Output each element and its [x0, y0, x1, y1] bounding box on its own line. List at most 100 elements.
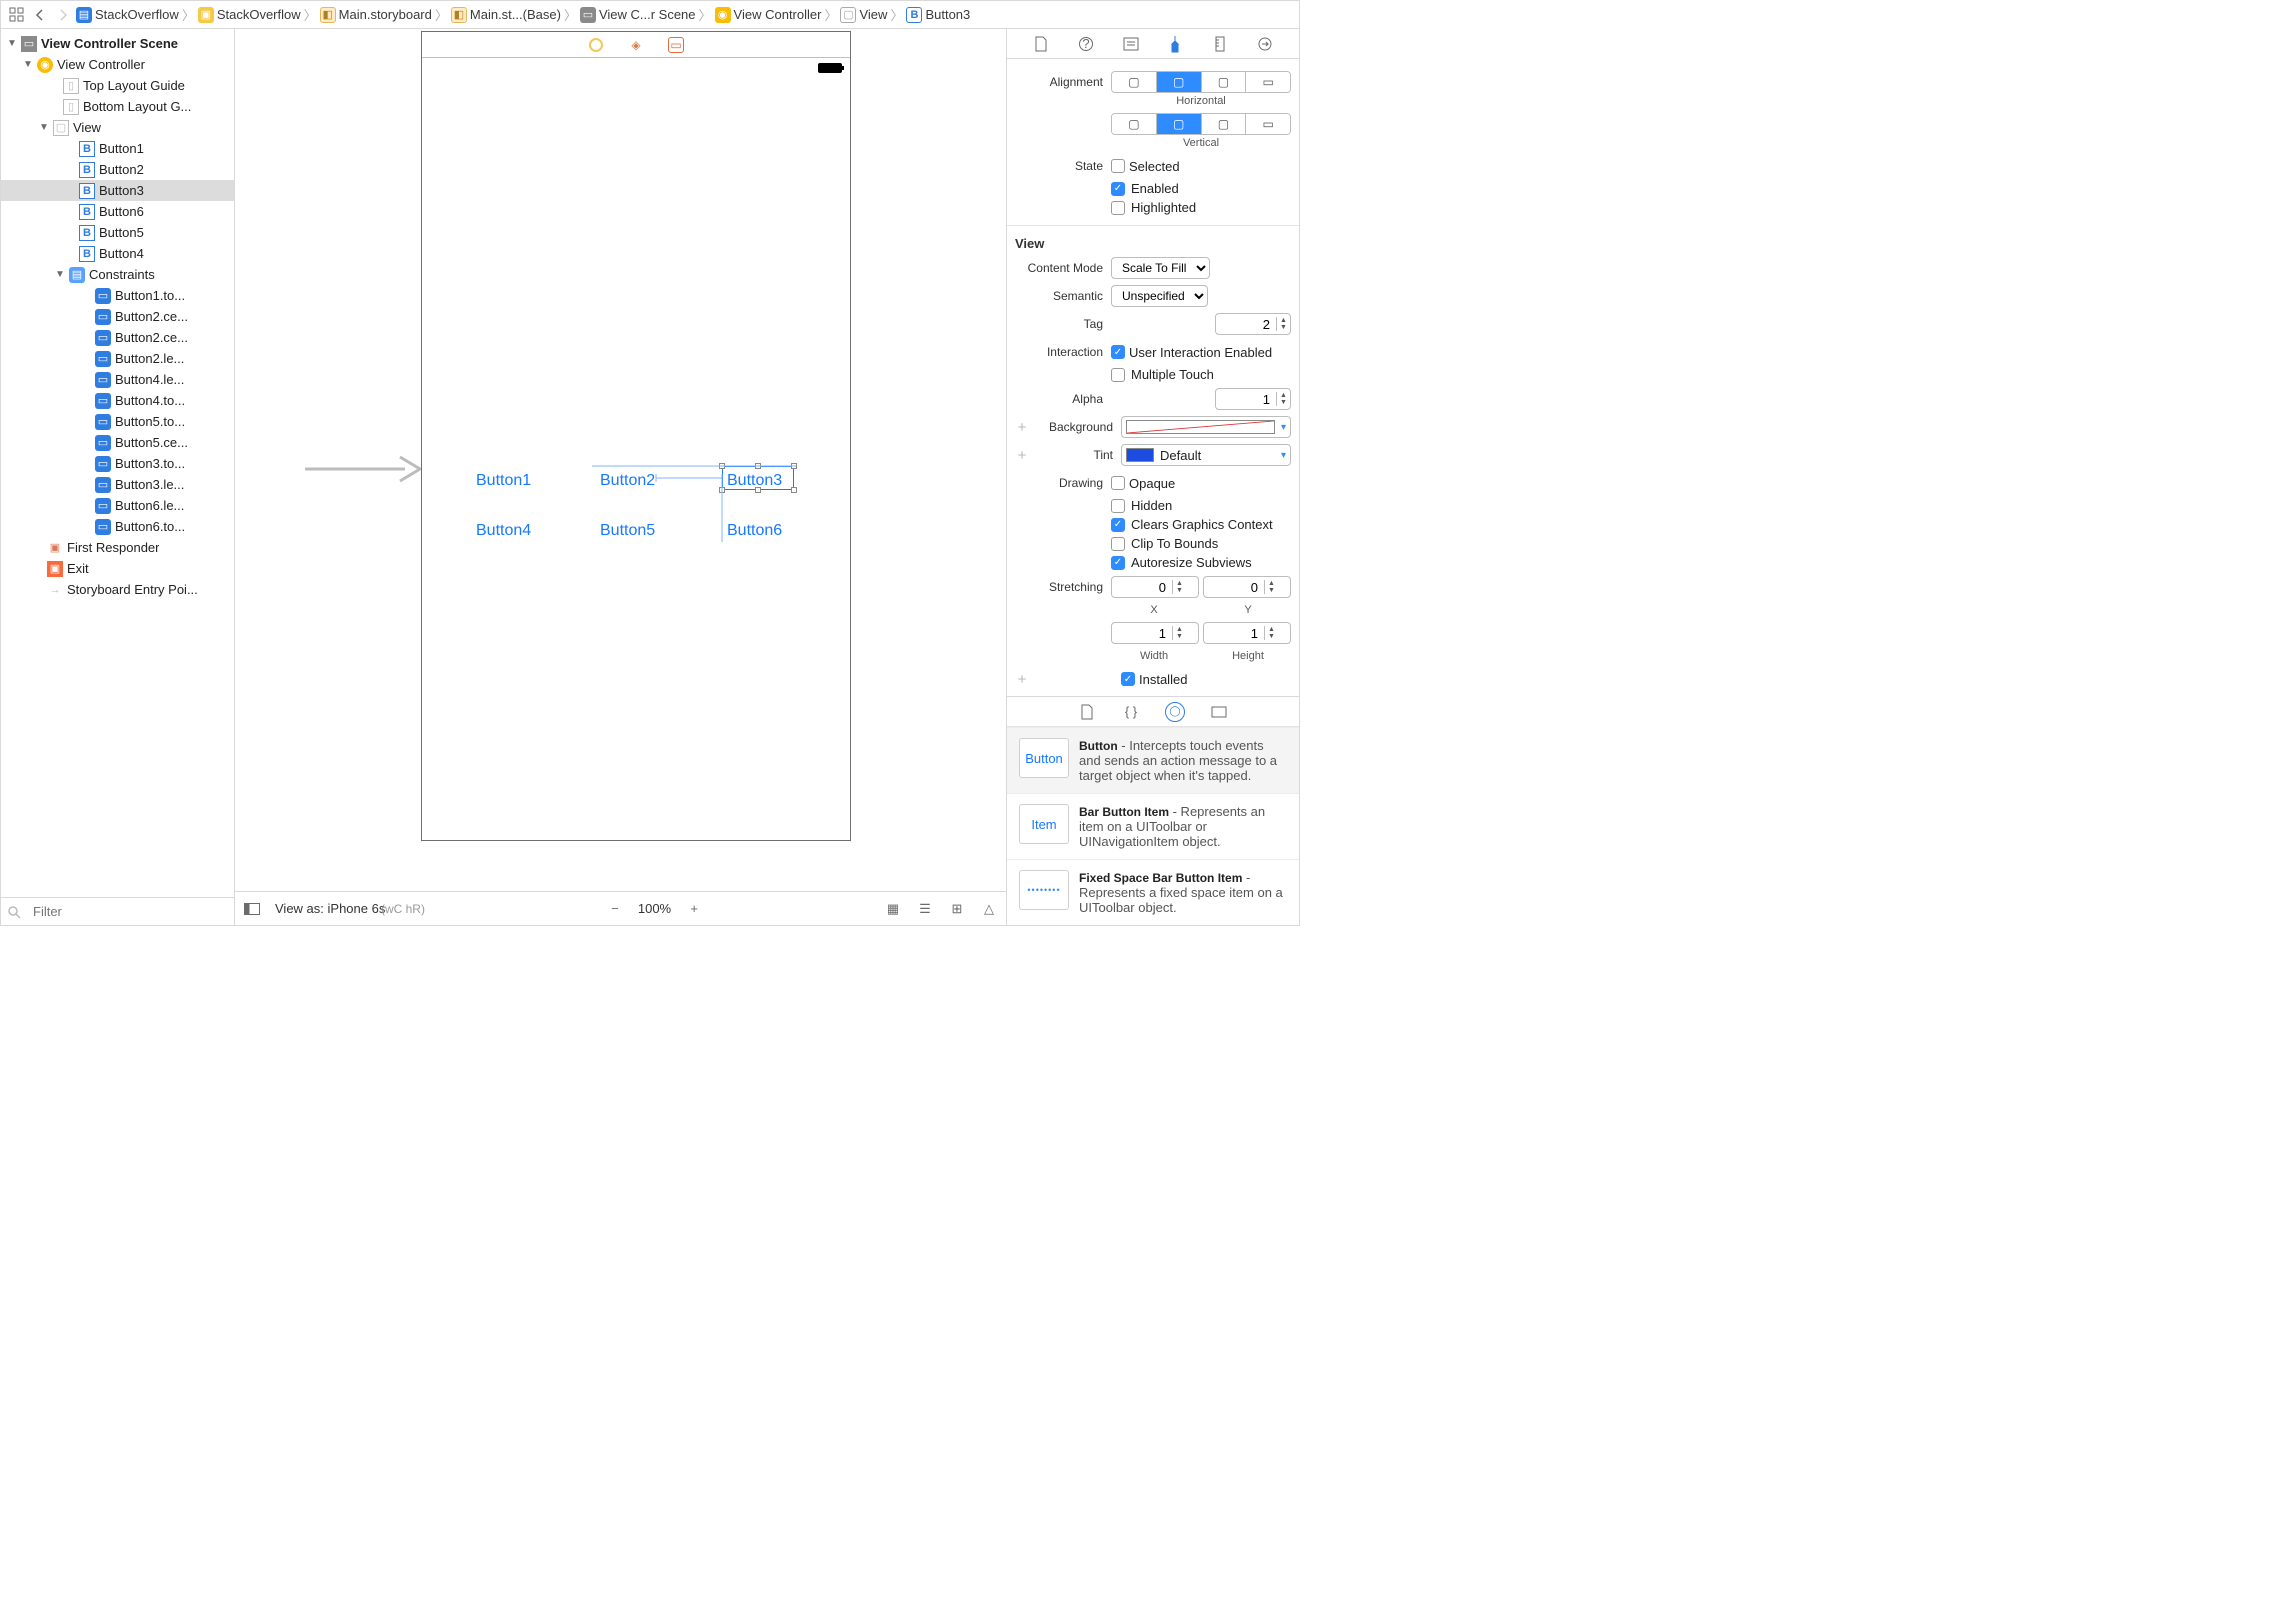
outline-button[interactable]: BButton4 — [1, 243, 234, 264]
stretch-y-field[interactable]: ▲▼ — [1203, 576, 1291, 598]
jump-bar-crumb[interactable]: ◧Main.storyboard〉 — [320, 5, 448, 24]
zoom-out-button[interactable]: − — [606, 900, 624, 918]
highlighted-checkbox[interactable] — [1111, 201, 1125, 215]
outline-exit[interactable]: ▣Exit — [1, 558, 234, 579]
stretch-w-field[interactable]: ▲▼ — [1111, 622, 1199, 644]
outline-constraint[interactable]: ▭Button3.le... — [1, 474, 234, 495]
object-library-tab[interactable]: ◯ — [1165, 702, 1185, 722]
jump-bar-crumb[interactable]: ◉View Controller〉 — [715, 5, 838, 24]
content-mode-select[interactable]: Scale To Fill — [1111, 257, 1210, 279]
forward-button[interactable] — [53, 5, 73, 25]
outline-constraint[interactable]: ▭Button6.to... — [1, 516, 234, 537]
tag-field[interactable]: ▲▼ — [1215, 313, 1291, 335]
pin-button[interactable]: ⊞ — [948, 900, 966, 918]
alpha-field[interactable]: ▲▼ — [1215, 388, 1291, 410]
canvas-button1[interactable]: Button1 — [476, 472, 531, 490]
exit-dock-icon[interactable]: ▭ — [668, 37, 684, 53]
hidden-checkbox[interactable] — [1111, 499, 1125, 513]
outline-view[interactable]: ▼▢View — [1, 117, 234, 138]
first-responder-icon: ▣ — [47, 540, 63, 556]
outline-scene[interactable]: ▼▭View Controller Scene — [1, 33, 234, 54]
tint-colorwell[interactable]: Default▾ — [1121, 444, 1291, 466]
resolve-issues-button[interactable]: △ — [980, 900, 998, 918]
outline-constraint[interactable]: ▭Button5.to... — [1, 411, 234, 432]
outline-constraints[interactable]: ▼▤Constraints — [1, 264, 234, 285]
outline-button[interactable]: BButton1 — [1, 138, 234, 159]
outline-entry-point[interactable]: →Storyboard Entry Poi... — [1, 579, 234, 600]
jump-bar-crumb[interactable]: ▣StackOverflow〉 — [198, 5, 317, 24]
constraint-icon: ▭ — [95, 456, 111, 472]
canvas-button4[interactable]: Button4 — [476, 522, 531, 540]
user-interaction-checkbox[interactable]: ✓ — [1111, 345, 1125, 359]
view-controller-scene[interactable]: ◈ ▭ Button1 Button2 Button3 Button4 Butt… — [421, 31, 851, 841]
file-inspector-tab[interactable] — [1030, 33, 1052, 55]
outline-constraint[interactable]: ▭Button4.to... — [1, 390, 234, 411]
outline-filter-input[interactable] — [27, 901, 228, 923]
outline-constraint[interactable]: ▭Button2.le... — [1, 348, 234, 369]
jump-bar-crumb[interactable]: ▢View〉 — [840, 5, 903, 24]
back-button[interactable] — [30, 5, 50, 25]
jump-bar-crumb[interactable]: ▭View C...r Scene〉 — [580, 5, 712, 24]
outline-button[interactable]: BButton2 — [1, 159, 234, 180]
multiple-touch-checkbox[interactable] — [1111, 368, 1125, 382]
outline-constraint[interactable]: ▭Button6.le... — [1, 495, 234, 516]
enabled-checkbox[interactable]: ✓ — [1111, 182, 1125, 196]
outline-constraint[interactable]: ▭Button3.to... — [1, 453, 234, 474]
outline-first-responder[interactable]: ▣First Responder — [1, 537, 234, 558]
media-library-tab[interactable] — [1209, 702, 1229, 722]
jump-bar-crumb[interactable]: ◧Main.st...(Base)〉 — [451, 5, 577, 24]
outline-constraint[interactable]: ▭Button2.ce... — [1, 306, 234, 327]
jump-bar-crumb[interactable]: BButton3 — [906, 7, 970, 23]
library-item-fixed-space[interactable]: Fixed Space Bar Button Item - Represents… — [1007, 859, 1299, 925]
semantic-select[interactable]: Unspecified — [1111, 285, 1208, 307]
background-colorwell[interactable]: ▾ — [1121, 416, 1291, 438]
clears-graphics-checkbox[interactable]: ✓ — [1111, 518, 1125, 532]
toggle-outline-button[interactable] — [243, 900, 261, 918]
opaque-checkbox[interactable] — [1111, 476, 1125, 490]
identity-inspector-tab[interactable] — [1120, 33, 1142, 55]
outline-tree[interactable]: ▼▭View Controller Scene ▼◉View Controlle… — [1, 29, 234, 897]
file-template-library-tab[interactable] — [1077, 702, 1097, 722]
outline-button-selected[interactable]: BButton3 — [1, 180, 234, 201]
stretch-h-field[interactable]: ▲▼ — [1203, 622, 1291, 644]
installed-checkbox[interactable]: ✓ — [1121, 672, 1135, 686]
jump-bar-crumb[interactable]: ▤StackOverflow〉 — [76, 5, 195, 24]
x-sublabel: X — [1150, 604, 1157, 616]
scene-dock[interactable]: ◈ ▭ — [422, 32, 850, 58]
stretch-x-field[interactable]: ▲▼ — [1111, 576, 1199, 598]
outline-viewcontroller[interactable]: ▼◉View Controller — [1, 54, 234, 75]
outline-top-layout-guide[interactable]: ▯Top Layout Guide — [1, 75, 234, 96]
add-row-button[interactable]: + — [1015, 671, 1029, 688]
add-row-button[interactable]: + — [1015, 419, 1029, 436]
quick-help-tab[interactable]: ? — [1075, 33, 1097, 55]
outline-constraint[interactable]: ▭Button4.le... — [1, 369, 234, 390]
horizontal-alignment-seg[interactable]: ▢▢▢▭ — [1111, 71, 1291, 93]
view-as-label[interactable]: View as: iPhone 6s (wC hR) — [275, 901, 425, 916]
viewcontroller-dock-icon[interactable] — [588, 37, 604, 53]
zoom-in-button[interactable]: + — [685, 900, 703, 918]
align-button[interactable]: ☰ — [916, 900, 934, 918]
first-responder-dock-icon[interactable]: ◈ — [628, 37, 644, 53]
code-snippet-library-tab[interactable]: { } — [1121, 702, 1141, 722]
clip-to-bounds-checkbox[interactable] — [1111, 537, 1125, 551]
autoresize-checkbox[interactable]: ✓ — [1111, 556, 1125, 570]
outline-button[interactable]: BButton5 — [1, 222, 234, 243]
library-item-button[interactable]: Button Button - Intercepts touch events … — [1007, 727, 1299, 793]
size-inspector-tab[interactable] — [1209, 33, 1231, 55]
interface-builder-canvas[interactable]: ◈ ▭ Button1 Button2 Button3 Button4 Butt… — [235, 29, 1007, 925]
view-icon: ▢ — [53, 120, 69, 136]
selected-checkbox[interactable] — [1111, 159, 1125, 173]
attributes-inspector-tab[interactable] — [1164, 33, 1186, 55]
embed-in-button[interactable]: ▦ — [884, 900, 902, 918]
outline-constraint[interactable]: ▭Button1.to... — [1, 285, 234, 306]
outline-constraint[interactable]: ▭Button5.ce... — [1, 432, 234, 453]
zoom-level[interactable]: 100% — [638, 901, 671, 916]
add-row-button[interactable]: + — [1015, 447, 1029, 464]
related-items-button[interactable] — [7, 5, 27, 25]
connections-inspector-tab[interactable] — [1254, 33, 1276, 55]
library-item-bar-button[interactable]: Item Bar Button Item - Represents an ite… — [1007, 793, 1299, 859]
outline-constraint[interactable]: ▭Button2.ce... — [1, 327, 234, 348]
vertical-alignment-seg[interactable]: ▢▢▢▭ — [1111, 113, 1291, 135]
outline-button[interactable]: BButton6 — [1, 201, 234, 222]
outline-bottom-layout-guide[interactable]: ▯Bottom Layout G... — [1, 96, 234, 117]
